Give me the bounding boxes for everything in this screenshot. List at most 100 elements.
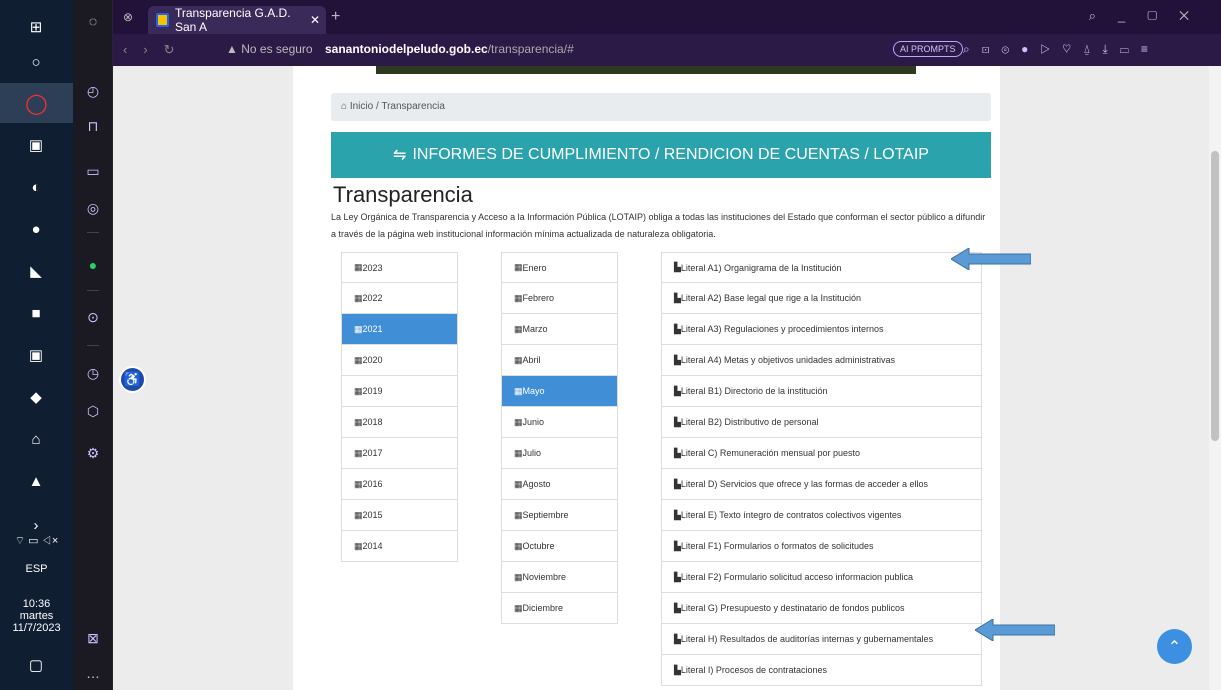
toolbar-icons[interactable]: ⌕⊡⊚●▷♡⍙⤓▭≡ [963,42,1160,57]
insecure-badge[interactable]: ▲ No es seguro [226,42,313,56]
month-item[interactable]: ▦ Julio [501,438,618,469]
twitch-icon[interactable]: ▭ [82,160,104,182]
tray-icons[interactable]: ⌔ ▭ ◁× [0,535,73,547]
tab-close-icon[interactable]: ✕ [310,13,320,27]
month-item[interactable]: ▦ Agosto [501,469,618,500]
opera-logo-icon[interactable]: ◌ [82,10,104,32]
cube-icon[interactable]: ⬡ [82,400,104,422]
month-label: Abril [522,355,541,365]
start-icon[interactable]: ⊞ [18,12,54,42]
literal-item[interactable]: ▙ Literal A2) Base legal que rige a la I… [661,283,982,314]
literal-item[interactable]: ▙ Literal F2) Formulario solicitud acces… [661,562,982,593]
settings-icon[interactable]: ⚙ [82,442,104,464]
panel-icon[interactable]: ⊠ [82,627,104,649]
messenger-icon[interactable]: ◎ [82,197,104,219]
breadcrumb-separator: / [375,101,379,112]
clock-day: martes [19,610,54,622]
scroll-to-top-button[interactable]: ⌃ [1157,629,1192,664]
month-item[interactable]: ▦ Septiembre [501,500,618,531]
calendar-icon: ▦ [354,385,363,396]
literal-item[interactable]: ▙ Literal H) Resultados de auditorías in… [661,624,982,655]
language-indicator[interactable]: ESP [0,563,73,575]
url-domain: sanantoniodelpeludo.gob.ec [325,42,488,56]
literal-item[interactable]: ▙ Literal F1) Formularios o formatos de … [661,531,982,562]
file-icon: ▙ [674,354,681,365]
literal-item[interactable]: ▙ Literal B1) Directorio de la instituci… [661,376,982,407]
calendar-icon: ▦ [354,540,363,551]
month-item[interactable]: ▦ Mayo [501,376,618,407]
month-item[interactable]: ▦ Noviembre [501,562,618,593]
literal-item[interactable]: ▙ Literal G) Presupuesto y destinatario … [661,593,982,624]
literal-item[interactable]: ▙ Literal C) Remuneración mensual por pu… [661,438,982,469]
search-icon[interactable]: ○ [18,47,54,77]
ai-prompts-button[interactable]: AI PROMPTS [893,41,963,57]
file-icon: ▙ [674,540,681,551]
word-icon[interactable]: ▣ [18,340,54,370]
year-item[interactable]: ▦ 2018 [341,407,458,438]
calendar-icon: ▦ [354,354,363,365]
notification-icon[interactable]: ▢ [18,650,54,680]
home-icon: ⌂ [341,101,348,112]
whatsapp-icon[interactable]: ● [82,254,104,276]
scrollbar-thumb[interactable] [1211,151,1219,441]
annotation-arrow [975,619,1055,641]
powerpoint-icon[interactable]: ● [18,214,54,244]
history-icon[interactable]: ◷ [82,362,104,384]
calendar-icon: ▦ [354,416,363,427]
breadcrumb: ⌂ Inicio / Transparencia [331,93,991,121]
speed-dial-icon[interactable]: ◴ [82,80,104,102]
month-item[interactable]: ▦ Enero [501,252,618,283]
year-item[interactable]: ▦ 2017 [341,438,458,469]
excel-icon[interactable]: ▣ [18,130,54,160]
breadcrumb-home[interactable]: Inicio [350,101,373,112]
literal-item[interactable]: ▙ Literal A1) Organigrama de la Instituc… [661,252,982,283]
month-item[interactable]: ▦ Febrero [501,283,618,314]
year-item[interactable]: ▦ 2014 [341,531,458,562]
clock-time[interactable]: 10:36 [0,598,73,610]
literal-item[interactable]: ▙ Literal I) Procesos de contrataciones [661,655,982,686]
month-item[interactable]: ▦ Octubre [501,531,618,562]
more-icon[interactable]: … [82,662,104,684]
literal-item[interactable]: ▙ Literal E) Texto íntegro de contratos … [661,500,982,531]
file-explorer-icon[interactable]: ■ [18,298,54,328]
literal-item[interactable]: ▙ Literal A3) Regulaciones y procedimien… [661,314,982,345]
year-item[interactable]: ▦ 2023 [341,252,458,283]
year-item[interactable]: ▦ 2020 [341,345,458,376]
edge-icon[interactable]: ◐ [18,172,54,202]
literal-item[interactable]: ▙ Literal D) Servicios que ofrece y las … [661,469,982,500]
month-label: Noviembre [522,572,567,582]
scrollbar[interactable] [1209,66,1221,690]
month-label: Marzo [522,324,548,334]
active-tab[interactable]: Transparencia G.A.D. San A ✕ [148,6,326,34]
window-controls[interactable]: ⌕_▢✕ [1089,8,1211,24]
app2-icon[interactable]: ◆ [18,382,54,412]
photos-icon[interactable]: ▲ [18,466,54,496]
year-item[interactable]: ▦ 2019 [341,376,458,407]
new-tab-icon[interactable]: + [331,8,340,26]
bag-icon[interactable]: ⊓ [82,115,104,137]
app-icon[interactable]: ◣ [18,256,54,286]
year-item[interactable]: ▦ 2022 [341,283,458,314]
opera-taskbar-icon[interactable]: ◯ [0,83,73,123]
literal-item[interactable]: ▙ Literal B2) Distributivo de personal [661,407,982,438]
year-label: 2020 [362,355,383,365]
literal-item[interactable]: ▙ Literal A4) Metas y objetivos unidades… [661,345,982,376]
literal-label: Literal A4) Metas y objetivos unidades a… [680,355,896,365]
player-icon[interactable]: ⊙ [82,306,104,328]
year-label: 2015 [362,510,383,520]
acrobat-icon[interactable]: ⌂ [18,424,54,454]
file-icon: ▙ [674,664,681,675]
nav-buttons[interactable]: ‹›↻ [123,42,191,58]
year-item[interactable]: ▦ 2021 [341,314,458,345]
accessibility-icon[interactable]: ♿ [119,366,146,393]
month-item[interactable]: ▦ Abril [501,345,618,376]
year-item[interactable]: ▦ 2015 [341,500,458,531]
url-field[interactable]: sanantoniodelpeludo.gob.ec/transparencia… [325,42,574,56]
month-item[interactable]: ▦ Diciembre [501,593,618,624]
file-icon: ▙ [674,385,681,396]
year-item[interactable]: ▦ 2016 [341,469,458,500]
gamepad-icon[interactable]: ⊗ [123,10,133,24]
month-item[interactable]: ▦ Marzo [501,314,618,345]
address-bar: ‹›↻ ▲ No es seguro sanantoniodelpeludo.g… [113,34,1221,66]
month-item[interactable]: ▦ Junio [501,407,618,438]
